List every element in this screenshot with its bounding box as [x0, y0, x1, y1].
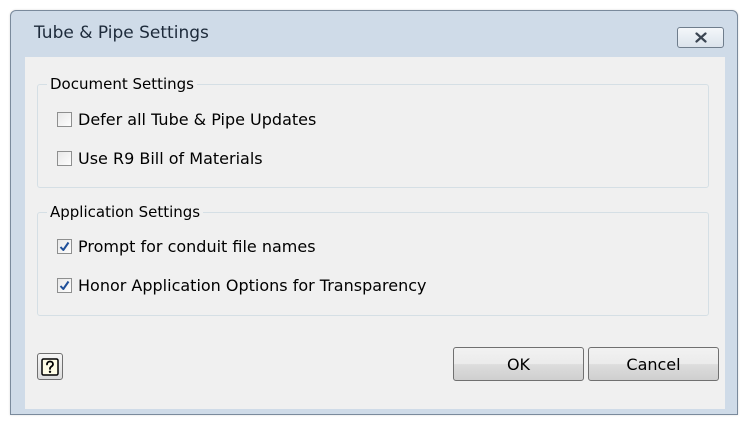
title-bar[interactable]: Tube & Pipe Settings [11, 11, 737, 57]
document-settings-legend: Document Settings [47, 74, 198, 94]
r9-bom-option[interactable]: Use R9 Bill of Materials [57, 147, 263, 169]
prompt-conduit-label: Prompt for conduit file names [78, 236, 316, 256]
prompt-conduit-option[interactable]: Prompt for conduit file names [57, 235, 316, 257]
help-icon [41, 357, 59, 376]
close-icon [694, 32, 707, 43]
close-button[interactable] [677, 27, 724, 48]
dialog-title: Tube & Pipe Settings [34, 23, 209, 43]
application-settings-group: Application Settings Prompt for conduit … [37, 202, 709, 316]
application-settings-legend: Application Settings [47, 202, 204, 222]
check-mark-icon [59, 241, 70, 251]
r9-bom-checkbox[interactable] [57, 150, 72, 166]
document-settings-group: Document Settings Defer all Tube & Pipe … [37, 74, 709, 188]
r9-bom-label: Use R9 Bill of Materials [78, 148, 263, 168]
defer-updates-checkbox[interactable] [57, 111, 72, 127]
defer-updates-option[interactable]: Defer all Tube & Pipe Updates [57, 108, 316, 130]
honor-transparency-checkbox[interactable] [57, 277, 72, 293]
honor-transparency-option[interactable]: Honor Application Options for Transparen… [57, 274, 427, 296]
cancel-button[interactable]: Cancel [588, 347, 719, 381]
defer-updates-label: Defer all Tube & Pipe Updates [78, 109, 317, 129]
prompt-conduit-checkbox[interactable] [57, 238, 72, 254]
honor-transparency-label: Honor Application Options for Transparen… [78, 275, 427, 295]
ok-button[interactable]: OK [453, 347, 584, 381]
check-mark-icon [59, 280, 70, 290]
dialog-window: Tube & Pipe Settings Document Settings D… [10, 10, 738, 415]
help-button[interactable] [37, 353, 63, 380]
dialog-body: Document Settings Defer all Tube & Pipe … [25, 57, 725, 409]
